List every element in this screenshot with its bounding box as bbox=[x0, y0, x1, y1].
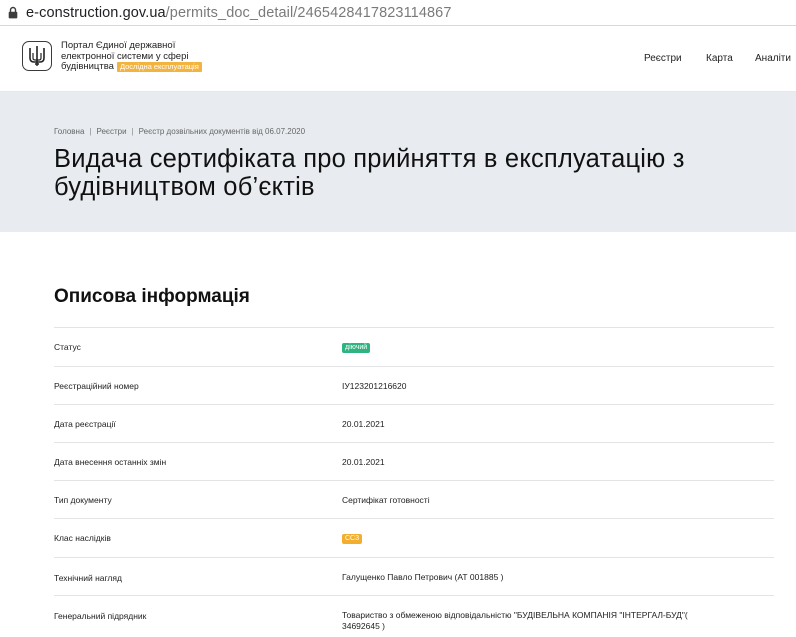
nav-analytics[interactable]: Аналіти bbox=[755, 53, 791, 64]
info-value: Товариство з обмеженою відповідальністю … bbox=[342, 610, 688, 632]
site-header: Портал Єдиної державної електронної сист… bbox=[0, 26, 796, 92]
breadcrumb-separator: | bbox=[131, 127, 134, 136]
class-badge: СС3 bbox=[342, 534, 363, 544]
nav-map[interactable]: Карта bbox=[706, 53, 733, 64]
info-value: Галущенко Павло Петрович (АТ 001885 ) bbox=[342, 572, 504, 582]
info-label: Клас наслідків bbox=[54, 533, 111, 543]
info-label: Тип документу bbox=[54, 495, 112, 505]
info-label: Статус bbox=[54, 342, 81, 352]
info-row-reg-number: Реєстраційний номер ІУ123201216620 bbox=[54, 366, 774, 404]
info-row-doc-type: Тип документу Сертифікат готовності bbox=[54, 480, 774, 518]
breadcrumb-registries[interactable]: Реєстри bbox=[96, 127, 126, 136]
browser-address-bar[interactable]: e-construction.gov.ua/permits_doc_detail… bbox=[0, 0, 796, 26]
info-label: Дата реєстрації bbox=[54, 419, 116, 429]
info-value: 20.01.2021 bbox=[342, 457, 385, 467]
info-row-reg-date: Дата реєстрації 20.01.2021 bbox=[54, 404, 774, 442]
info-row-general-contractor: Генеральний підрядник Товариство з обмеж… bbox=[54, 595, 774, 637]
breadcrumb-home[interactable]: Головна bbox=[54, 127, 84, 136]
info-label: Реєстраційний номер bbox=[54, 381, 139, 391]
info-label: Генеральний підрядник bbox=[54, 611, 147, 621]
section-title: Описова інформація bbox=[54, 286, 250, 307]
lock-icon[interactable] bbox=[8, 6, 18, 19]
info-label: Технічний нагляд bbox=[54, 573, 122, 583]
breadcrumb-current[interactable]: Реєстр дозвільних документів від 06.07.2… bbox=[139, 127, 305, 136]
address-url[interactable]: e-construction.gov.ua/permits_doc_detail… bbox=[26, 5, 451, 21]
info-value-line-1: Товариство з обмеженою відповідальністю … bbox=[342, 610, 688, 620]
info-value-line-2: 34692645 ) bbox=[342, 621, 386, 631]
info-row-tech-supervision: Технічний нагляд Галущенко Павло Петрови… bbox=[54, 557, 774, 595]
page-title: Видача сертифіката про прийняття в експл… bbox=[54, 145, 685, 201]
status-badge: діючий bbox=[342, 343, 371, 353]
breadcrumb: Головна | Реєстри | Реєстр дозвільних докуме… bbox=[54, 127, 305, 136]
portal-name-line-1: Портал Єдиної державної bbox=[61, 40, 176, 51]
info-value: 20.01.2021 bbox=[342, 419, 385, 429]
breadcrumb-separator: | bbox=[89, 127, 92, 136]
info-label: Дата внесення останніх змін bbox=[54, 457, 167, 467]
page-hero: Головна | Реєстри | Реєстр дозвільних докуме… bbox=[0, 92, 796, 232]
page-title-line-1: Видача сертифіката про прийняття в експл… bbox=[54, 145, 685, 173]
info-value: ІУ123201216620 bbox=[342, 381, 407, 391]
info-row-last-change: Дата внесення останніх змін 20.01.2021 bbox=[54, 442, 774, 480]
page-title-line-2: будівництвом об’єктів bbox=[54, 173, 315, 201]
info-row-status: Статус діючий bbox=[54, 327, 774, 366]
main-nav: Реєстри Карта Аналіти bbox=[0, 53, 796, 67]
info-row-consequence-class: Клас наслідків СС3 bbox=[54, 518, 774, 557]
nav-registries[interactable]: Реєстри bbox=[644, 53, 682, 64]
info-value: Сертифікат готовності bbox=[342, 495, 430, 505]
